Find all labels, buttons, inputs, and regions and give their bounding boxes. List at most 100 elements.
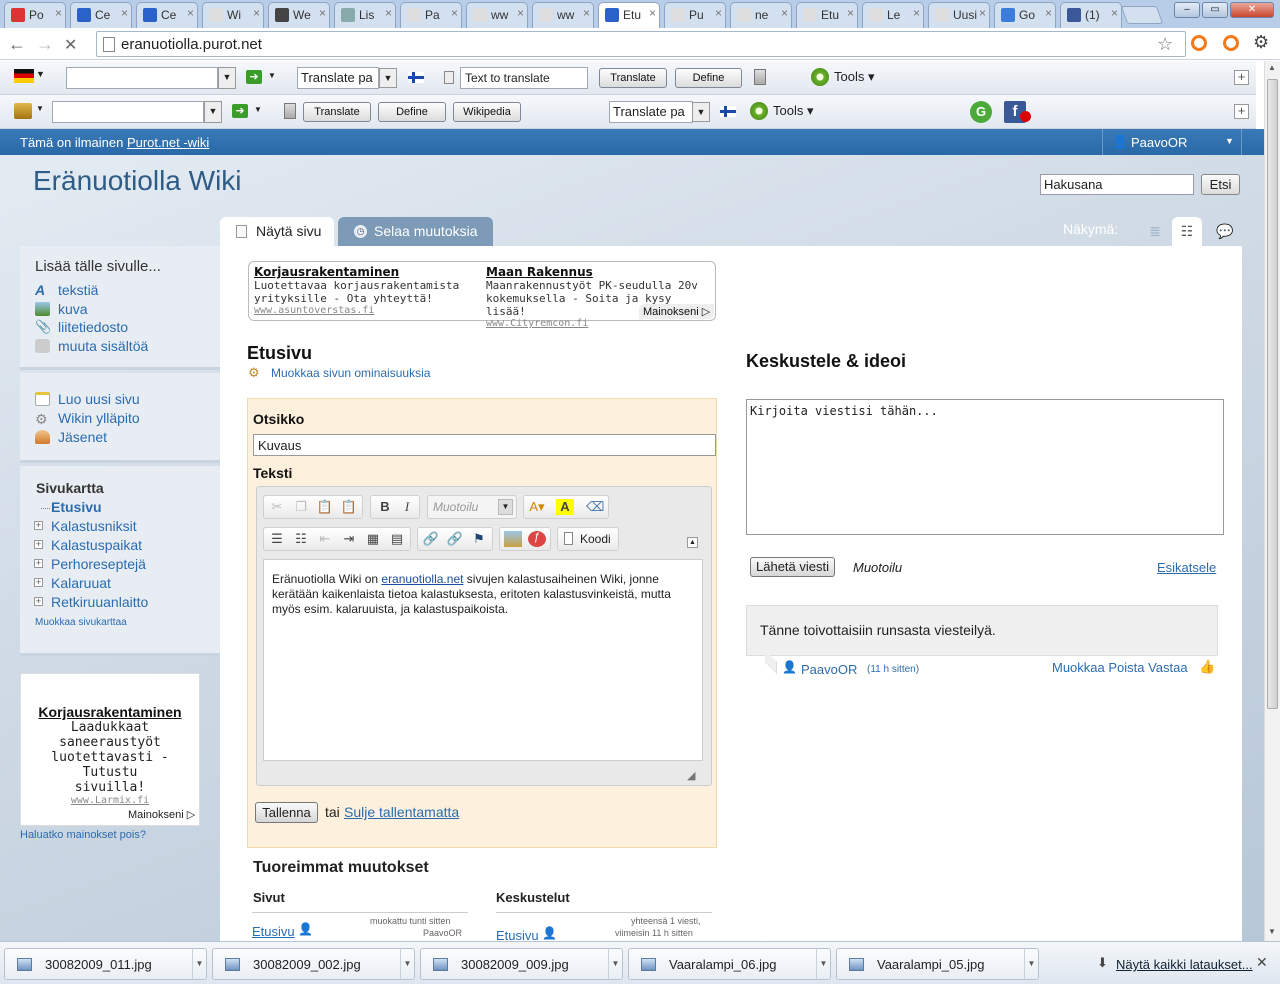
chevron-down-icon[interactable]: ▼	[692, 102, 710, 122]
remove-ads-link[interactable]: Haluatko mainokset pois?	[20, 829, 146, 841]
preview-link[interactable]: Esikatsele	[1157, 560, 1216, 575]
chevron-down-icon[interactable]: ▼	[816, 949, 830, 979]
expand-icon[interactable]: +	[34, 540, 43, 549]
flag-de-icon[interactable]	[14, 69, 34, 83]
list-view-icon[interactable]: ≣	[1140, 217, 1170, 246]
forward-arrow-icon[interactable]: →	[36, 34, 54, 55]
collapse-toolbar-icon[interactable]: ▲	[687, 537, 698, 548]
google-icon[interactable]: G	[970, 101, 992, 123]
stop-icon[interactable]: ✕	[64, 35, 77, 55]
cut-icon[interactable]: ✂	[268, 499, 286, 515]
tab-close-icon[interactable]: ×	[187, 6, 194, 20]
tab-close-icon[interactable]: ×	[715, 6, 722, 20]
post-author-link[interactable]: PaavoOR	[801, 662, 857, 677]
tab-close-icon[interactable]: ×	[1045, 6, 1052, 20]
chevron-down-icon[interactable]: ▼	[204, 101, 222, 123]
browser-tab[interactable]: Go ×	[994, 2, 1056, 28]
expand-icon[interactable]: +	[34, 521, 43, 530]
paste-icon[interactable]: 📋	[316, 499, 334, 515]
sidebar-item-attachment[interactable]: liitetiedosto	[58, 319, 128, 335]
expand-icon[interactable]: +	[34, 578, 43, 587]
download-item[interactable]: Vaaralampi_06.jpg ▼	[628, 948, 831, 980]
title-input[interactable]: Kuvaus	[253, 434, 716, 456]
scrollbar-thumb[interactable]	[1267, 79, 1278, 709]
editor-content[interactable]: Eränuotiolla Wiki on eranuotiolla.net si…	[263, 559, 703, 761]
browser-tab[interactable]: Etu ×	[796, 2, 858, 28]
add-toolbar-button[interactable]: +	[1234, 70, 1249, 85]
download-item[interactable]: Vaaralampi_05.jpg ▼	[836, 948, 1039, 980]
browser-tab[interactable]: Uusi v×	[928, 2, 990, 28]
ad-url[interactable]: www.Cityremcon.fi	[486, 318, 711, 329]
sitemap-item[interactable]: + Perhoreseptejä	[34, 556, 146, 572]
top-ad[interactable]: Korjausrakentaminen Luotettavaa korjausr…	[248, 261, 716, 329]
address-bar[interactable]: eranuotiolla.purot.net ☆	[96, 31, 1186, 57]
calculator-icon[interactable]	[754, 69, 766, 85]
sidebar-item-other[interactable]: muuta sisältöä	[58, 338, 148, 354]
toolbar-search-input[interactable]	[66, 67, 218, 89]
ad-title[interactable]: Korjausrakentaminen	[21, 704, 199, 720]
tab-close-icon[interactable]: ×	[649, 6, 656, 20]
ad-title[interactable]: Korjausrakentaminen	[254, 265, 479, 279]
browser-tab[interactable]: Le ×	[862, 2, 924, 28]
sitemap-item[interactable]: + Kalastuspaikat	[34, 537, 142, 553]
highlight-icon[interactable]: A	[556, 499, 574, 515]
tab-close-icon[interactable]: ×	[517, 6, 524, 20]
chevron-down-icon[interactable]: ▼	[268, 71, 276, 80]
chevron-down-icon[interactable]: ▼	[1225, 136, 1234, 146]
tab-close-icon[interactable]: ×	[847, 6, 854, 20]
tab-view-page[interactable]: Näytä sivu	[220, 217, 334, 246]
copy-icon[interactable]: ❐	[292, 499, 310, 515]
unlink-icon[interactable]: 🔗	[446, 531, 464, 547]
translate-button[interactable]: Translate	[599, 68, 667, 88]
sitemap-current[interactable]: Etusivu	[51, 499, 102, 515]
indent-icon[interactable]: ⇥	[340, 531, 358, 547]
sidebar-item-text[interactable]: tekstiä	[58, 282, 98, 298]
chevron-down-icon[interactable]: ▼	[498, 499, 513, 515]
flag-fi-icon[interactable]	[408, 72, 424, 83]
translate-page-select[interactable]: Translate pa	[609, 101, 693, 123]
user-menu[interactable]: 👤 PaavoOR ▼	[1102, 129, 1242, 155]
add-toolbar-button[interactable]: +	[1234, 104, 1249, 119]
translate-button[interactable]: Translate	[303, 102, 371, 122]
maximize-button[interactable]: ▭	[1202, 2, 1228, 18]
chevron-down-icon[interactable]: ▼	[36, 104, 44, 113]
go-arrow-icon[interactable]: ➜	[246, 70, 262, 84]
text-color-icon[interactable]: A▾	[528, 499, 546, 515]
ad-url[interactable]: www.Larmix.fi	[21, 795, 199, 806]
minimize-button[interactable]: –	[1174, 2, 1200, 18]
flash-icon[interactable]: ƒ	[528, 531, 546, 547]
flag-fi-icon[interactable]	[720, 106, 736, 117]
close-icon[interactable]: ✕	[1256, 954, 1268, 971]
chevron-down-icon[interactable]: ▼	[192, 949, 206, 979]
download-item[interactable]: 30082009_002.jpg ▼	[212, 948, 415, 980]
ad-url[interactable]: www.asuntoverstas.fi	[254, 305, 479, 316]
message-input[interactable]: Kirjoita viestisi tähän...	[746, 399, 1224, 535]
image-icon[interactable]	[504, 531, 522, 547]
tab-close-icon[interactable]: ×	[55, 6, 62, 20]
anchor-flag-icon[interactable]: ⚑	[470, 531, 488, 547]
browser-tab[interactable]: Po ×	[4, 2, 66, 28]
discussion-view-icon[interactable]: 💬	[1210, 217, 1240, 246]
ad-mainokseni[interactable]: Mainokseni ▷	[639, 304, 715, 319]
chevron-down-icon[interactable]: ▼	[1024, 949, 1038, 979]
italic-icon[interactable]: I	[398, 499, 416, 515]
recent-page-link[interactable]: Etusivu	[252, 924, 295, 939]
text-to-translate-input[interactable]: Text to translate	[460, 67, 588, 89]
sidebar-ad[interactable]: Korjausrakentaminen Laadukkaat saneeraus…	[20, 673, 200, 826]
recent-discussion-link[interactable]: Etusivu	[496, 928, 539, 941]
tab-browse-changes[interactable]: ◷ Selaa muutoksia	[338, 217, 493, 246]
tab-close-icon[interactable]: ×	[385, 6, 392, 20]
gear-icon[interactable]	[750, 102, 768, 120]
sitemap-item[interactable]: + Kalaruuat	[34, 575, 111, 591]
resize-handle-icon[interactable]: ◢	[687, 769, 695, 782]
browser-tab[interactable]: Pa ×	[400, 2, 462, 28]
sidebar-item-image[interactable]: kuva	[58, 301, 88, 317]
close-without-saving-link[interactable]: Sulje tallentamatta	[344, 804, 459, 820]
search-input[interactable]: Hakusana	[1040, 174, 1194, 195]
browser-tab[interactable]: (1) ×	[1060, 2, 1122, 28]
post-actions[interactable]: Muokkaa Poista Vastaa	[1052, 660, 1188, 675]
numbered-list-icon[interactable]: ☰	[268, 531, 286, 547]
chevron-down-icon[interactable]: ▼	[608, 949, 622, 979]
tab-close-icon[interactable]: ×	[583, 6, 590, 20]
bullet-list-icon[interactable]: ☷	[292, 531, 310, 547]
